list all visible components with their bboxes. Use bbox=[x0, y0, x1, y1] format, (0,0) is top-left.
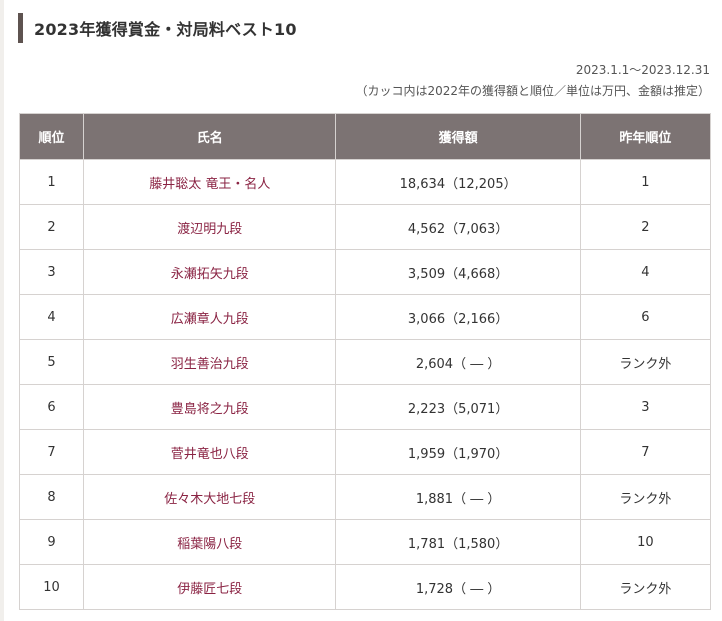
prev-rank-cell: 2 bbox=[579, 204, 712, 250]
rank-cell: 4 bbox=[18, 294, 85, 340]
player-name-link[interactable]: 広瀬章人九段 bbox=[83, 294, 337, 340]
rank-cell: 5 bbox=[18, 339, 85, 385]
table-header-row: 順位 氏名 獲得額 昨年順位 bbox=[18, 113, 712, 160]
page: 2023年獲得賞金・対局料ベスト10 2023.1.1～2023.12.31 （… bbox=[0, 0, 722, 621]
player-name-link[interactable]: 藤井聡太 竜王・名人 bbox=[83, 159, 337, 205]
prev-rank-cell: 1 bbox=[579, 159, 712, 205]
page-title: 2023年獲得賞金・対局料ベスト10 bbox=[34, 20, 297, 39]
prev-rank-cell: 6 bbox=[579, 294, 712, 340]
player-name-link[interactable]: 佐々木大地七段 bbox=[83, 474, 337, 520]
period-text: 2023.1.1～2023.12.31 bbox=[575, 63, 710, 77]
header-amount: 獲得額 bbox=[335, 113, 581, 160]
table-row: 2 渡辺明九段 4,562（7,063） 2 bbox=[18, 204, 712, 250]
table-row: 4 広瀬章人九段 3,066（2,166） 6 bbox=[18, 294, 712, 340]
rank-cell: 2 bbox=[18, 204, 85, 250]
ranking-table: 順位 氏名 獲得額 昨年順位 1 藤井聡太 竜王・名人 18,634（12,20… bbox=[18, 113, 712, 610]
table-row: 10 伊藤匠七段 1,728（ ― ） ランク外 bbox=[18, 564, 712, 610]
amount-cell: 1,881（ ― ） bbox=[335, 474, 581, 520]
table-row: 8 佐々木大地七段 1,881（ ― ） ランク外 bbox=[18, 474, 712, 520]
player-name-link[interactable]: 稲葉陽八段 bbox=[83, 519, 337, 565]
table-row: 9 稲葉陽八段 1,781（1,580） 10 bbox=[18, 519, 712, 565]
prev-rank-cell: 4 bbox=[579, 249, 712, 295]
player-name-link[interactable]: 豊島将之九段 bbox=[83, 384, 337, 430]
table-row: 1 藤井聡太 竜王・名人 18,634（12,205） 1 bbox=[18, 159, 712, 205]
header-name: 氏名 bbox=[83, 113, 337, 160]
player-name-link[interactable]: 羽生善治九段 bbox=[83, 339, 337, 385]
note-text: （カッコ内は2022年の獲得額と順位／単位は万円、金額は推定） bbox=[355, 84, 710, 98]
prev-rank-cell: ランク外 bbox=[579, 564, 712, 610]
amount-cell: 1,781（1,580） bbox=[335, 519, 581, 565]
amount-cell: 3,066（2,166） bbox=[335, 294, 581, 340]
prev-rank-cell: ランク外 bbox=[579, 474, 712, 520]
player-name-link[interactable]: 伊藤匠七段 bbox=[83, 564, 337, 610]
prev-rank-cell: ランク外 bbox=[579, 339, 712, 385]
rank-cell: 8 bbox=[18, 474, 85, 520]
player-name-link[interactable]: 菅井竜也八段 bbox=[83, 429, 337, 475]
player-name-link[interactable]: 永瀬拓矢九段 bbox=[83, 249, 337, 295]
rank-cell: 1 bbox=[18, 159, 85, 205]
prev-rank-cell: 3 bbox=[579, 384, 712, 430]
table-row: 7 菅井竜也八段 1,959（1,970） 7 bbox=[18, 429, 712, 475]
amount-cell: 3,509（4,668） bbox=[335, 249, 581, 295]
amount-cell: 1,728（ ― ） bbox=[335, 564, 581, 610]
left-rail bbox=[0, 0, 4, 621]
header-rank: 順位 bbox=[18, 113, 85, 160]
player-name-link[interactable]: 渡辺明九段 bbox=[83, 204, 337, 250]
amount-cell: 2,604（ ― ） bbox=[335, 339, 581, 385]
amount-cell: 1,959（1,970） bbox=[335, 429, 581, 475]
prev-rank-cell: 7 bbox=[579, 429, 712, 475]
amount-cell: 4,562（7,063） bbox=[335, 204, 581, 250]
rank-cell: 3 bbox=[18, 249, 85, 295]
amount-cell: 18,634（12,205） bbox=[335, 159, 581, 205]
rank-cell: 10 bbox=[18, 564, 85, 610]
section-heading: 2023年獲得賞金・対局料ベスト10 bbox=[18, 13, 297, 43]
table-row: 6 豊島将之九段 2,223（5,071） 3 bbox=[18, 384, 712, 430]
rank-cell: 6 bbox=[18, 384, 85, 430]
rank-cell: 9 bbox=[18, 519, 85, 565]
rank-cell: 7 bbox=[18, 429, 85, 475]
table-row: 3 永瀬拓矢九段 3,509（4,668） 4 bbox=[18, 249, 712, 295]
amount-cell: 2,223（5,071） bbox=[335, 384, 581, 430]
header-prev-rank: 昨年順位 bbox=[579, 113, 712, 160]
table-row: 5 羽生善治九段 2,604（ ― ） ランク外 bbox=[18, 339, 712, 385]
prev-rank-cell: 10 bbox=[579, 519, 712, 565]
